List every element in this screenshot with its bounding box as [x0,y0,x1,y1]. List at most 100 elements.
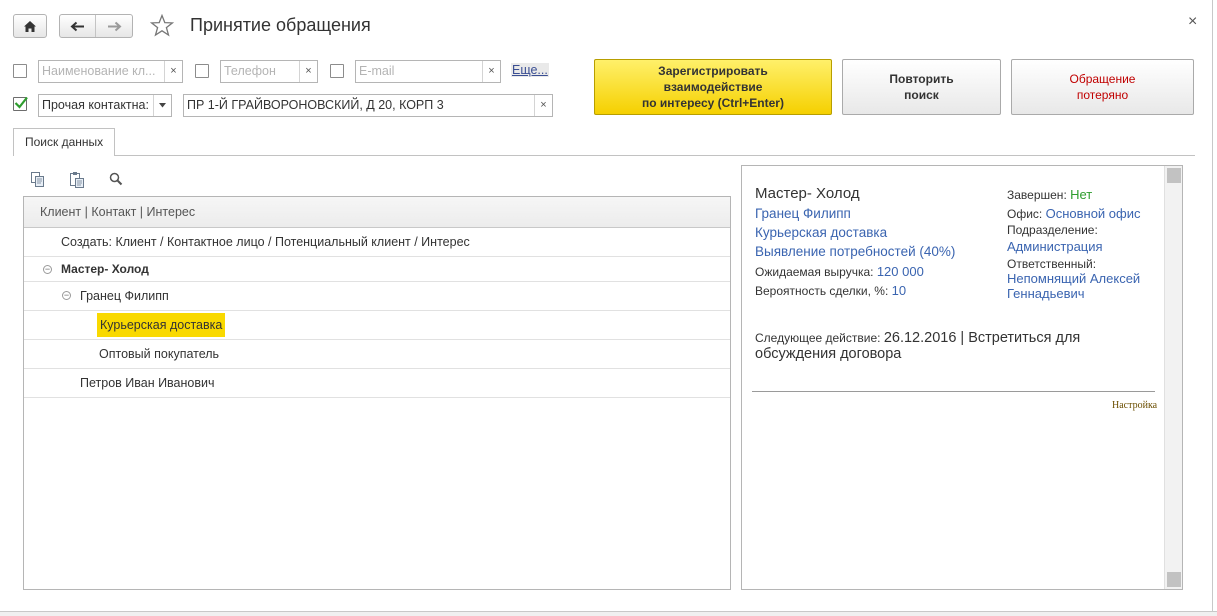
settings-link[interactable]: Настройка [1112,400,1157,411]
email-placeholder: E-mail [359,64,395,78]
scroll-down-handle[interactable] [1167,572,1181,587]
phone-checkbox[interactable] [195,64,209,78]
register-line1: Зарегистрировать [658,64,768,78]
detail-interest-link[interactable]: Курьерская доставка [755,225,887,240]
next-action-line2: обсуждения договора [755,346,902,362]
contact-address-value: ПР 1-Й ГРАЙВОРОНОВСКИЙ, Д 20, КОРП 3 [187,98,444,112]
forward-button[interactable] [96,15,132,37]
tree-row-contact[interactable]: − Гранец Филипп [24,282,730,311]
lost-line2: потеряно [1076,88,1129,102]
phone-placeholder: Телефон [224,64,276,78]
collapse-toggle-icon[interactable]: − [62,291,71,300]
tree-row-create[interactable]: Создать: Клиент / Контактное лицо / Поте… [24,228,730,257]
register-interaction-label: Зарегистрировать взаимодействие по интер… [642,63,784,111]
paste-button[interactable] [68,170,86,188]
tree-row-label: Мастер- Холод [61,262,149,276]
collapse-toggle-icon[interactable]: − [43,265,52,274]
detail-panel: Мастер- Холод Гранец Филипп Курьерская д… [741,165,1183,590]
department-label: Подразделение: [1007,223,1098,237]
detail-stage-link[interactable]: Выявление потребностей (40%) [755,244,955,259]
repeat-search-label: Повторить поиск [889,71,953,103]
client-name-field[interactable]: Наименование кл... × [38,60,183,83]
responsible-line2: Геннадьевич [1007,286,1085,301]
detail-office: Офис: Основной офис [1007,206,1141,221]
detail-next-action: Следующее действие: 26.12.2016 | Встрети… [755,330,1135,362]
tab-data-search[interactable]: Поиск данных [13,128,116,156]
chevron-down-icon [159,103,166,108]
tree-row-contact[interactable]: Петров Иван Иванович [24,369,730,398]
home-icon [24,20,36,32]
register-line2: взаимодействие [663,80,763,94]
completed-label: Завершен: [1007,188,1067,202]
request-lost-button[interactable]: Обращение потеряно [1011,59,1194,115]
search-button[interactable] [107,170,125,188]
detail-completed: Завершен: Нет [1007,187,1092,202]
tree-row-interest[interactable]: Оптовый покупатель [24,340,730,369]
register-line3: по интересу (Ctrl+Enter) [642,96,784,110]
responsible-line1: Непомнящий Алексей [1007,271,1141,286]
copy-button[interactable] [29,170,47,188]
detail-revenue: Ожидаемая выручка: 120 000 [755,264,924,279]
request-lost-label: Обращение потеряно [1070,71,1136,103]
back-button[interactable] [60,15,96,37]
next-action-label: Следующее действие: [755,331,881,345]
repeat-line1: Повторить [889,72,954,86]
tree-row-label: Петров Иван Иванович [80,376,215,390]
bottom-panel-strip [0,611,1217,616]
detail-client-name: Мастер- Холод [755,185,860,202]
favorite-button[interactable] [149,13,175,40]
tab-divider [13,155,1195,156]
probability-label: Вероятность сделки, %: [755,284,889,298]
detail-divider [752,391,1155,392]
paste-icon [70,171,84,188]
detail-probability: Вероятность сделки, %: 10 [755,283,906,298]
detail-contact-link[interactable]: Гранец Филипп [755,206,851,221]
responsible-value[interactable]: Непомнящий Алексей Геннадьевич [1007,271,1140,301]
lost-line1: Обращение [1069,72,1136,86]
tree-row-client[interactable]: − Мастер- Холод [24,257,730,282]
arrow-right-icon [107,21,122,31]
office-value[interactable]: Основной офис [1046,206,1141,221]
tree-row-label: Оптовый покупатель [99,347,220,361]
email-checkbox[interactable] [330,64,344,78]
revenue-label: Ожидаемая выручка: [755,265,874,279]
probability-value[interactable]: 10 [892,283,906,298]
contact-type-dropdown-button[interactable] [153,95,171,116]
checkmark-icon [14,96,28,109]
client-tree: Клиент | Контакт | Интерес Создать: Клие… [23,196,731,590]
revenue-value[interactable]: 120 000 [877,264,924,279]
detail-scrollbar[interactable] [1164,166,1182,589]
responsible-label: Ответственный: [1007,257,1097,271]
page-title: Принятие обращения [190,15,371,35]
tree-row-label: Курьерская доставка [97,313,226,337]
next-action-line1: 26.12.2016 | Встретиться для [883,330,1081,346]
tree-row-label: Гранец Филипп [80,289,169,303]
client-name-clear-button[interactable]: × [164,61,182,82]
department-value[interactable]: Администрация [1007,239,1103,254]
other-contact-checkbox[interactable] [13,96,28,111]
phone-field[interactable]: Телефон × [220,60,318,83]
register-interaction-button[interactable]: Зарегистрировать взаимодействие по интер… [594,59,832,115]
contact-type-value: Прочая контактна: [42,98,149,112]
search-icon [109,172,123,186]
email-clear-button[interactable]: × [482,61,500,82]
tree-row-label: Создать: Клиент / Контактное лицо / Поте… [61,235,470,249]
close-button[interactable]: × [1188,13,1197,31]
repeat-line2: поиск [904,88,939,102]
arrow-left-icon [70,21,84,31]
completed-value: Нет [1070,187,1093,202]
tree-row-interest-selected[interactable]: Курьерская доставка [24,311,730,340]
star-icon [149,13,175,37]
home-button[interactable] [13,14,47,38]
contact-address-field[interactable]: ПР 1-Й ГРАЙВОРОНОВСКИЙ, Д 20, КОРП 3 × [183,94,553,117]
contact-address-clear-button[interactable]: × [534,95,552,116]
repeat-search-button[interactable]: Повторить поиск [842,59,1001,115]
more-link[interactable]: Еще... [511,63,549,77]
tree-header: Клиент | Контакт | Интерес [24,197,730,228]
client-name-checkbox[interactable] [13,64,27,78]
email-field[interactable]: E-mail × [355,60,501,83]
scroll-up-handle[interactable] [1167,168,1181,183]
phone-clear-button[interactable]: × [299,61,317,82]
copy-icon [31,171,44,187]
contact-type-select[interactable]: Прочая контактна: [38,94,172,117]
